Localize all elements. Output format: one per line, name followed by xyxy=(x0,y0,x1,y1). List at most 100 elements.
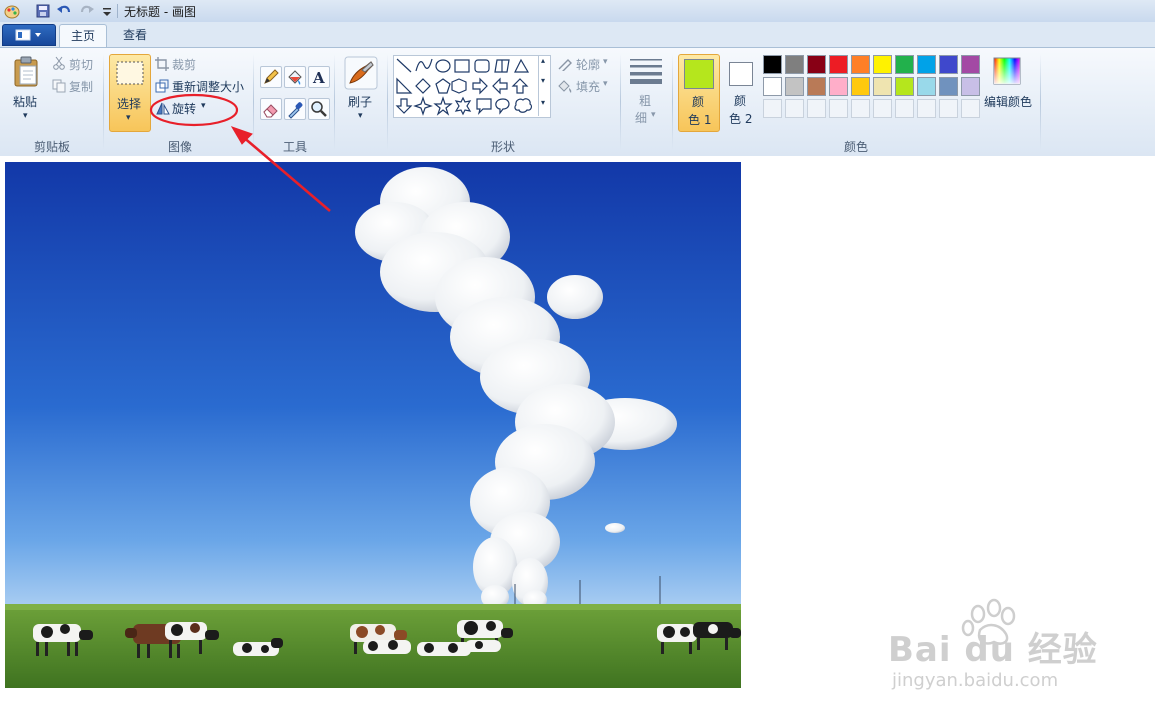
palette-color-swatch[interactable] xyxy=(829,77,848,96)
shapes-expand-icon[interactable]: ▾ xyxy=(541,98,545,107)
fill-dropdown-arrow[interactable]: ▾ xyxy=(603,79,608,89)
edit-colors-icon[interactable] xyxy=(993,57,1021,85)
palette-custom-slot[interactable] xyxy=(829,99,848,118)
palette-color-swatch[interactable] xyxy=(807,77,826,96)
title-bar: 无标题 - 画图 xyxy=(0,0,1155,23)
drawing-canvas[interactable] xyxy=(5,162,741,688)
landscape-picture xyxy=(5,162,741,688)
copy-label[interactable]: 复制 xyxy=(69,78,93,95)
color2-button[interactable]: 颜 色 2 xyxy=(722,54,760,130)
palette-color-swatch[interactable] xyxy=(939,77,958,96)
tools-group-label: 工具 xyxy=(282,140,307,154)
shapes-gallery xyxy=(393,55,551,118)
magnifier-tool[interactable] xyxy=(308,98,330,120)
shapes-scroll-down-icon[interactable]: ▾ xyxy=(541,76,545,85)
eraser-tool[interactable] xyxy=(260,98,282,120)
paste-label[interactable]: 粘贴 xyxy=(13,93,37,110)
rect-callout-shape-icon xyxy=(476,98,492,115)
watermark-url: jingyan.baidu.com xyxy=(892,670,1059,691)
shapes-scroll-up-icon[interactable]: ▴ xyxy=(541,56,545,65)
group-separator xyxy=(620,54,621,150)
crop-label[interactable]: 裁剪 xyxy=(172,56,196,73)
palette-color-swatch[interactable] xyxy=(939,55,958,74)
palette-color-swatch[interactable] xyxy=(763,77,782,96)
palette-color-swatch[interactable] xyxy=(785,77,804,96)
palette-color-swatch[interactable] xyxy=(807,55,826,74)
palette-custom-slot[interactable] xyxy=(895,99,914,118)
palette-color-swatch[interactable] xyxy=(873,55,892,74)
text-tool[interactable]: A xyxy=(308,66,330,88)
rotate-dropdown-arrow[interactable]: ▾ xyxy=(201,101,206,111)
pencil-tool[interactable] xyxy=(260,66,282,88)
palette-color-swatch[interactable] xyxy=(895,77,914,96)
palette-custom-slot[interactable] xyxy=(873,99,892,118)
tab-home[interactable]: 主页 xyxy=(59,24,107,47)
palette-custom-slot[interactable] xyxy=(917,99,936,118)
shapes-scrollbar[interactable]: ▴ ▾ ▾ xyxy=(538,55,550,116)
select-rectangle-icon xyxy=(116,61,144,85)
hexagon-shape-icon xyxy=(451,78,467,94)
group-separator xyxy=(334,54,335,150)
clipboard-group-label: 剪贴板 xyxy=(33,140,70,154)
edit-colors-label[interactable]: 编辑颜色 xyxy=(984,93,1032,110)
pencil-icon xyxy=(264,69,279,84)
colors-group-label: 颜色 xyxy=(843,140,868,154)
outline-dropdown-arrow[interactable]: ▾ xyxy=(603,57,608,67)
fill-shape-icon[interactable] xyxy=(557,79,573,93)
group-separator xyxy=(672,54,673,150)
redo-icon[interactable] xyxy=(79,3,95,19)
palette-custom-slot[interactable] xyxy=(961,99,980,118)
crop-icon[interactable] xyxy=(155,57,169,71)
palette-custom-slot[interactable] xyxy=(939,99,958,118)
outline-label[interactable]: 轮廓 xyxy=(576,56,600,73)
fill-tool[interactable] xyxy=(284,66,306,88)
paint-app-icon xyxy=(4,5,20,19)
save-icon[interactable] xyxy=(35,3,51,19)
ribbon-tab-row: 主页 查看 xyxy=(0,22,1155,47)
palette-custom-slot[interactable] xyxy=(851,99,870,118)
palette-color-swatch[interactable] xyxy=(917,55,936,74)
rotate-icon[interactable] xyxy=(155,101,171,115)
brushes-label[interactable]: 刷子 xyxy=(348,93,372,110)
line-size-icon[interactable] xyxy=(629,57,663,85)
outline-icon[interactable] xyxy=(557,57,573,71)
palette-custom-slot[interactable] xyxy=(785,99,804,118)
palette-color-swatch[interactable] xyxy=(851,55,870,74)
cut-label[interactable]: 剪切 xyxy=(69,56,93,73)
paste-icon[interactable] xyxy=(12,56,42,88)
shapes-group-label: 形状 xyxy=(490,140,515,154)
palette-color-swatch[interactable] xyxy=(785,55,804,74)
color1-button[interactable]: 颜 色 1 xyxy=(678,54,720,132)
size-dropdown-arrow[interactable]: ▾ xyxy=(651,110,656,120)
palette-color-swatch[interactable] xyxy=(851,77,870,96)
size-label-line2[interactable]: 细 xyxy=(635,109,647,126)
fill-label[interactable]: 填充 xyxy=(576,78,600,95)
quick-access-dropdown-icon[interactable] xyxy=(99,3,115,19)
palette-custom-slot[interactable] xyxy=(807,99,826,118)
five-point-star-shape-icon xyxy=(433,96,453,116)
palette-color-swatch[interactable] xyxy=(829,55,848,74)
palette-color-swatch[interactable] xyxy=(961,55,980,74)
rotate-label[interactable]: 旋转 xyxy=(172,100,196,117)
tab-view[interactable]: 查看 xyxy=(112,24,158,46)
cut-icon[interactable] xyxy=(52,56,66,70)
copy-icon[interactable] xyxy=(52,79,66,93)
resize-icon[interactable] xyxy=(155,79,169,93)
palette-color-swatch[interactable] xyxy=(763,55,782,74)
size-label-line1[interactable]: 粗 xyxy=(639,92,651,109)
palette-color-swatch[interactable] xyxy=(917,77,936,96)
palette-color-swatch[interactable] xyxy=(961,77,980,96)
undo-icon[interactable] xyxy=(56,3,72,19)
paste-dropdown-arrow[interactable]: ▾ xyxy=(23,111,28,121)
down-arrow-shape-icon xyxy=(395,98,413,114)
palette-color-swatch[interactable] xyxy=(895,55,914,74)
palette-color-swatch[interactable] xyxy=(873,77,892,96)
color-picker-tool[interactable] xyxy=(284,98,306,120)
select-button[interactable]: 选择 ▾ xyxy=(109,54,151,132)
resize-label[interactable]: 重新调整大小 xyxy=(172,78,244,95)
paint-menu-button[interactable] xyxy=(2,24,56,46)
brush-icon[interactable] xyxy=(344,56,378,90)
palette-custom-slot[interactable] xyxy=(763,99,782,118)
six-point-star-shape-icon xyxy=(454,96,472,116)
brushes-dropdown-arrow[interactable]: ▾ xyxy=(358,111,363,121)
